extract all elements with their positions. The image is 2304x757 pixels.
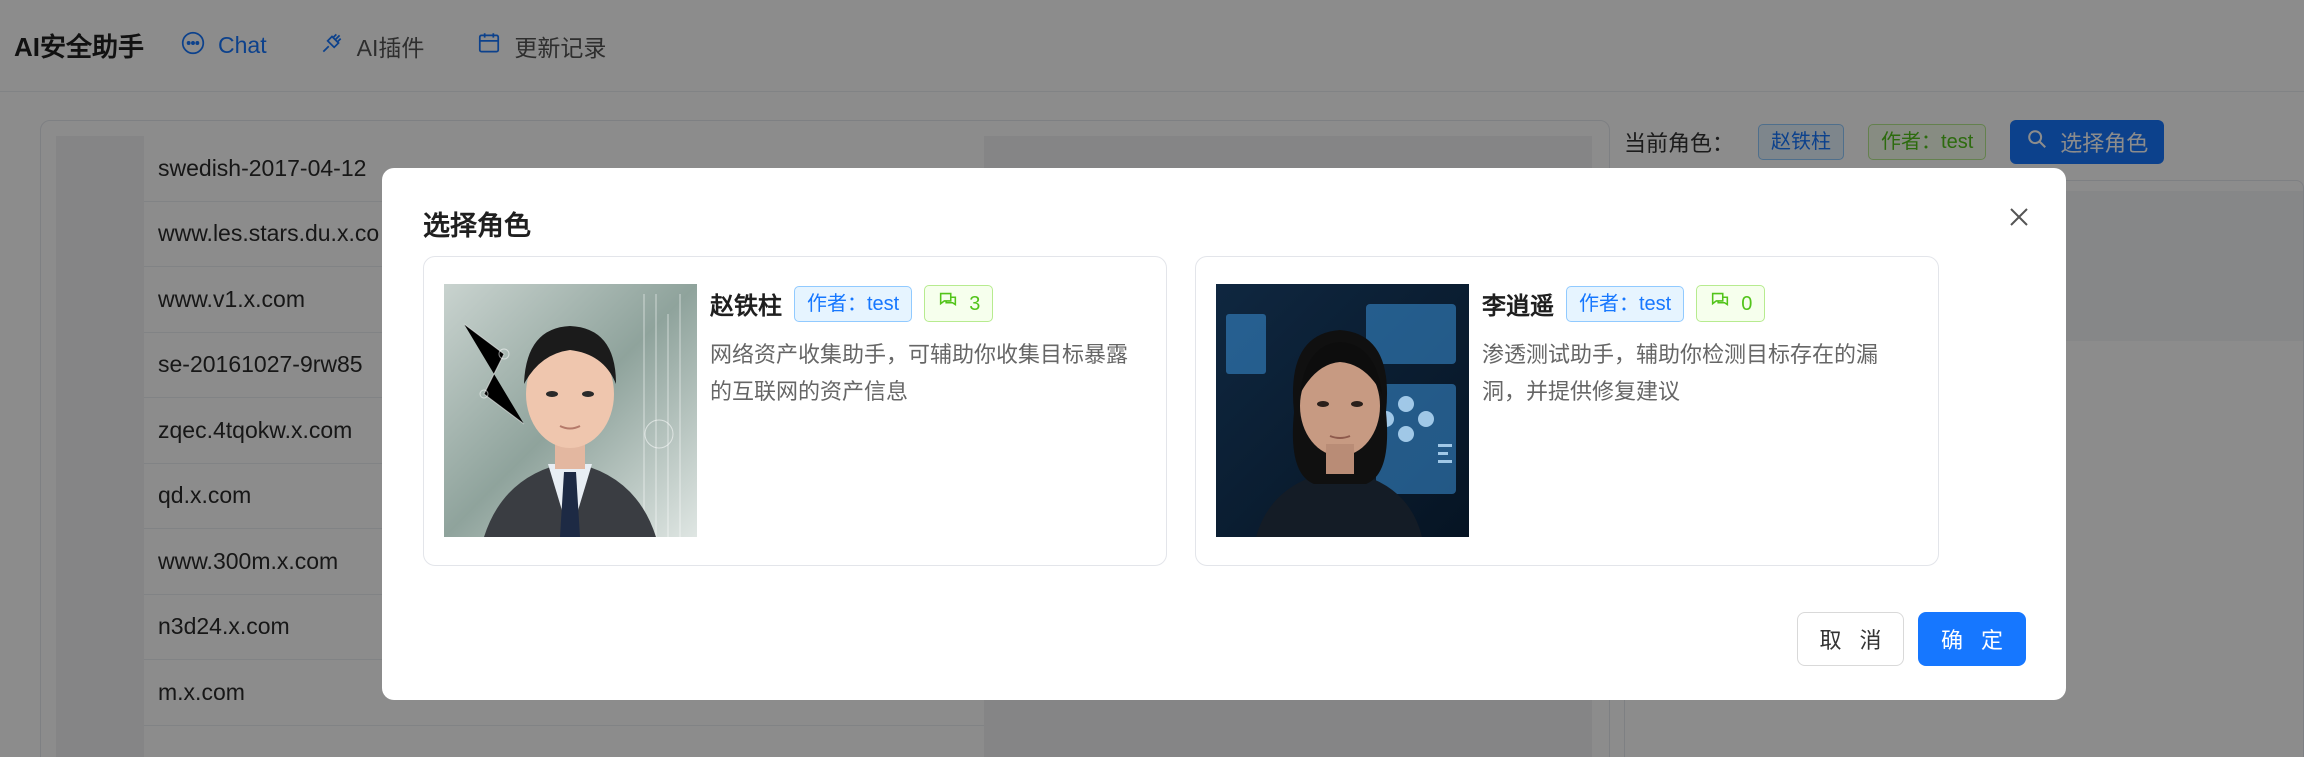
confirm-button[interactable]: 确 定 bbox=[1918, 612, 2026, 666]
chat-count: 3 bbox=[969, 292, 981, 315]
cancel-button[interactable]: 取 消 bbox=[1797, 612, 1904, 666]
role-avatar bbox=[1216, 284, 1469, 537]
role-name: 赵铁柱 bbox=[710, 293, 782, 320]
role-avatar bbox=[444, 284, 697, 537]
role-description: 网络资产收集助手，可辅助你收集目标暴露的互联网的资产信息 bbox=[710, 342, 1129, 404]
comments-icon bbox=[1709, 289, 1731, 318]
close-button[interactable] bbox=[2002, 202, 2036, 236]
role-header: 赵铁柱 作者：test 3 bbox=[710, 285, 1146, 322]
role-header: 李逍遥 作者：test 0 bbox=[1482, 285, 1918, 322]
role-card-body: 李逍遥 作者：test 0 渗透测试助手，辅助你检测目标存在的漏洞，并提供修复建… bbox=[1482, 285, 1918, 410]
author-tag: 作者：test bbox=[794, 285, 913, 322]
role-name: 李逍遥 bbox=[1482, 293, 1554, 320]
author-tag: 作者：test bbox=[1566, 285, 1685, 322]
chat-count-tag: 0 bbox=[1696, 285, 1766, 322]
modal-title: 选择角色 bbox=[423, 211, 531, 241]
close-icon bbox=[2007, 205, 2031, 234]
chat-count: 0 bbox=[1741, 292, 1753, 315]
comments-icon bbox=[937, 289, 959, 318]
role-card[interactable]: 李逍遥 作者：test 0 渗透测试助手，辅助你检测目标存在的漏洞，并提供修复建… bbox=[1195, 256, 1939, 566]
chat-count-tag: 3 bbox=[924, 285, 994, 322]
role-description: 渗透测试助手，辅助你检测目标存在的漏洞，并提供修复建议 bbox=[1482, 342, 1879, 404]
role-card-body: 赵铁柱 作者：test 3 网络资产收集助手，可辅助你收集目标暴露的互联网的资产… bbox=[710, 285, 1146, 410]
select-role-modal: 选择角色 赵铁柱 作者：test 3 网络资产收集助手，可辅助你收集目标暴露的互… bbox=[382, 168, 2066, 700]
role-card[interactable]: 赵铁柱 作者：test 3 网络资产收集助手，可辅助你收集目标暴露的互联网的资产… bbox=[423, 256, 1167, 566]
